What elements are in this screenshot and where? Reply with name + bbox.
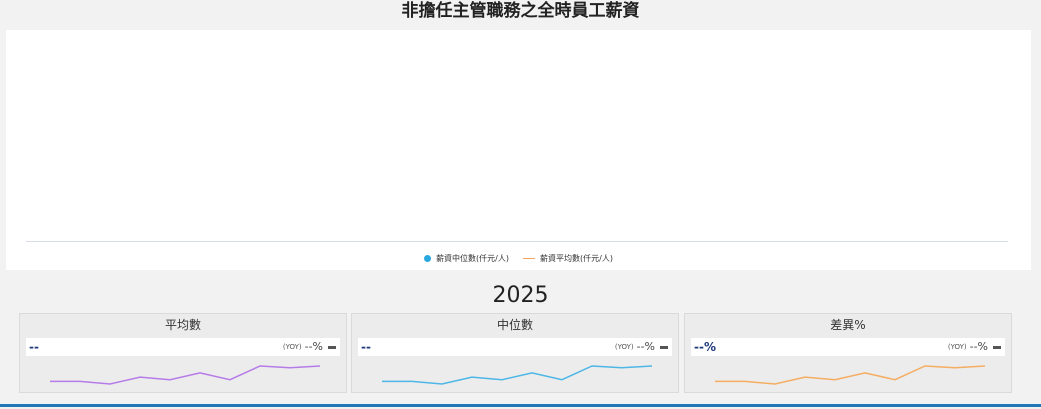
legend-dot-icon (424, 254, 432, 262)
sparkline-path (382, 365, 653, 385)
card-yoy: (YOY) --% (283, 338, 336, 356)
trend-flat-icon (660, 345, 668, 349)
yoy-label: (YOY) (282, 343, 302, 351)
sparkline-difference (715, 365, 986, 385)
card-value-bar: -- (YOY) --% (358, 338, 672, 356)
year-label: 2025 (492, 283, 549, 308)
sparkline-path (715, 365, 986, 385)
card-title: 差異% (830, 318, 866, 332)
card-title: 平均數 (164, 318, 201, 332)
yoy-value: --% (636, 340, 655, 353)
chart-baseline (26, 241, 1008, 242)
card-value: -- (29, 340, 39, 354)
legend-line-icon (523, 257, 535, 259)
trend-flat-icon (328, 345, 336, 349)
card-value-bar: -- (YOY) --% (26, 338, 340, 356)
yoy-value: --% (969, 340, 988, 353)
yoy-value: --% (304, 340, 323, 353)
legend-item-average[interactable]: 薪資平均數(仟元/人) (523, 253, 613, 264)
yoy-label: (YOY) (947, 343, 967, 351)
card-median: 中位數 -- (YOY) --% (351, 313, 679, 393)
chart-legend: 薪資中位數(仟元/人) 薪資平均數(仟元/人) (6, 250, 1031, 266)
main-chart-panel: 薪資中位數(仟元/人) 薪資平均數(仟元/人) (6, 30, 1031, 270)
sparkline-path (50, 365, 321, 385)
card-average: 平均數 -- (YOY) --% (19, 313, 347, 393)
sparkline-median (382, 365, 653, 385)
legend-label-average: 薪資平均數(仟元/人) (540, 253, 613, 263)
legend-item-median[interactable]: 薪資中位數(仟元/人) (424, 253, 509, 264)
card-value: -- (361, 340, 371, 354)
card-yoy: (YOY) --% (948, 338, 1001, 356)
card-yoy: (YOY) --% (615, 338, 668, 356)
card-value: --% (694, 340, 716, 354)
card-difference: 差異% --% (YOY) --% (684, 313, 1012, 393)
legend-label-median: 薪資中位數(仟元/人) (436, 253, 509, 263)
card-title: 中位數 (496, 318, 533, 332)
page-title: 非擔任主管職務之全時員工薪資 (401, 1, 640, 21)
trend-flat-icon (993, 345, 1001, 349)
card-value-bar: --% (YOY) --% (691, 338, 1005, 356)
sparkline-average (50, 365, 321, 385)
yoy-label: (YOY) (614, 343, 634, 351)
bottom-accent-bar (0, 404, 1041, 407)
